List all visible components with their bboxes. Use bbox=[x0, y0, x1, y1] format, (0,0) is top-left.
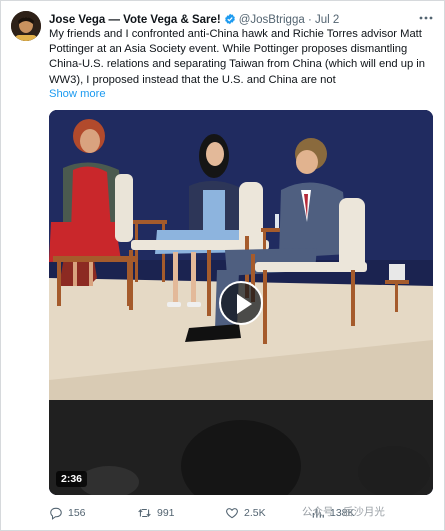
repost-icon bbox=[138, 508, 151, 518]
tweet-text: My friends and I confronted anti-China h… bbox=[49, 28, 426, 86]
reply-button[interactable]: 156 bbox=[49, 503, 86, 523]
show-more-link[interactable]: Show more bbox=[49, 87, 106, 102]
tweet-date[interactable]: Jul 2 bbox=[315, 14, 339, 26]
watermark-label: 公众号 · 后沙月光 bbox=[302, 506, 385, 518]
like-icon bbox=[226, 508, 238, 519]
repost-button[interactable]: 991 bbox=[137, 503, 175, 523]
play-icon[interactable] bbox=[219, 281, 263, 325]
author-name[interactable]: Jose Vega — Vote Vega & Sare! bbox=[49, 14, 221, 26]
reply-icon bbox=[50, 507, 62, 520]
reply-count: 156 bbox=[68, 507, 86, 519]
video-player[interactable]: 2:36 bbox=[49, 110, 433, 495]
like-button[interactable]: 2.5K bbox=[225, 503, 266, 523]
like-count: 2.5K bbox=[244, 507, 266, 519]
repost-count: 991 bbox=[157, 507, 175, 519]
separator-dot: · bbox=[307, 14, 312, 26]
avatar[interactable] bbox=[11, 11, 41, 41]
more-icon[interactable] bbox=[417, 10, 435, 28]
tweet-header: Jose Vega — Vote Vega & Sare! @JosBtrigga… bbox=[49, 12, 429, 28]
video-duration-badge: 2:36 bbox=[56, 471, 88, 487]
author-handle[interactable]: @JosBtrigga bbox=[239, 14, 305, 26]
